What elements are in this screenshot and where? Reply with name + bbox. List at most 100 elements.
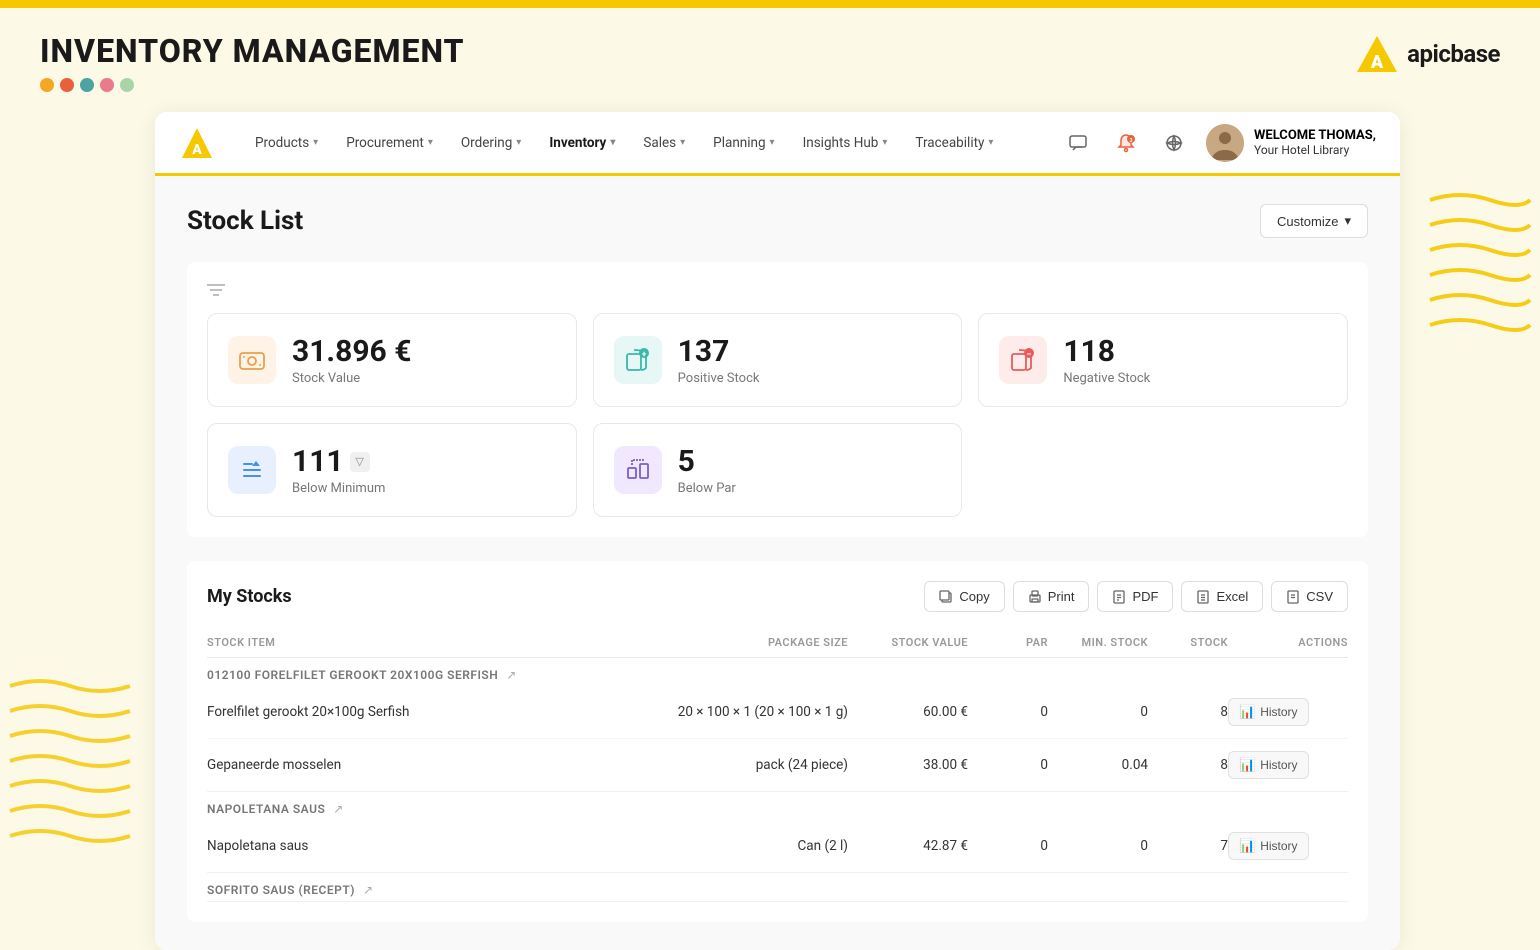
td-par-mosselen: 0 — [968, 757, 1048, 773]
nav-item-insights-hub[interactable]: Insights Hub ▾ — [791, 127, 900, 159]
external-link-icon[interactable]: ↗ — [333, 802, 343, 816]
stat-icon-below-min — [228, 446, 276, 494]
td-item-forelfilet: Forelfilet gerookt 20×100g Serfish — [207, 704, 648, 720]
th-stock-item: STOCK ITEM — [207, 636, 648, 649]
td-min-napoletana: 0 — [1048, 838, 1148, 854]
logo-text: apicbase — [1407, 40, 1500, 68]
filter-icon[interactable] — [207, 282, 1348, 301]
globe-icon-button[interactable] — [1158, 127, 1190, 159]
avatar — [1206, 124, 1244, 162]
stat-value-positive: 137 — [678, 334, 760, 369]
history-button-napoletana[interactable]: 📊 History — [1228, 832, 1309, 860]
copy-button[interactable]: Copy — [924, 581, 1004, 612]
notification-icon-button[interactable]: 3 — [1110, 127, 1142, 159]
stat-info-below-min: 111 ▽ Below Minimum — [292, 444, 385, 496]
user-section: WELCOME THOMAS, Your Hotel Library — [1206, 124, 1376, 162]
stat-info-positive: 137 Positive Stock — [678, 334, 760, 386]
nav-item-procurement[interactable]: Procurement ▾ — [334, 127, 445, 159]
excel-button[interactable]: Excel — [1181, 581, 1263, 612]
dots-row — [40, 78, 465, 92]
customize-button[interactable]: Customize ▾ — [1260, 204, 1368, 238]
stat-value-below-par: 5 — [678, 444, 736, 479]
app-title: INVENTORY MANAGEMENT — [40, 32, 465, 70]
chevron-down-icon: ▾ — [680, 137, 685, 148]
nav-item-ordering[interactable]: Ordering ▾ — [449, 127, 533, 159]
td-val-mosselen: 38.00 € — [848, 757, 968, 773]
chat-icon-button[interactable] — [1062, 127, 1094, 159]
td-pkg-forelfilet: 20 × 100 × 1 (20 × 100 × 1 g) — [648, 704, 848, 720]
td-action-forelfilet: 📊 History — [1228, 698, 1348, 726]
td-stock-forelfilet: 8 — [1148, 704, 1228, 720]
dot-5 — [120, 78, 134, 92]
stats-top-row: 31.896 € Stock Value + — [207, 313, 1348, 407]
td-item-napoletana: Napoletana saus — [207, 838, 648, 854]
chat-icon — [1068, 133, 1088, 153]
table-row: Gepaneerde mosselen pack (24 piece) 38.0… — [207, 739, 1348, 791]
th-package-size: PACKAGE SIZE — [648, 636, 848, 649]
print-button[interactable]: Print — [1013, 581, 1090, 612]
group-header-sofrito: SOFRITO SAUS (RECEPT) ↗ — [207, 873, 1348, 901]
chart-icon: 📊 — [1239, 757, 1255, 773]
external-link-icon[interactable]: ↗ — [363, 883, 373, 897]
stat-info-below-par: 5 Below Par — [678, 444, 736, 496]
stats-section: 31.896 € Stock Value + — [187, 262, 1368, 537]
td-par-napoletana: 0 — [968, 838, 1048, 854]
nav-items: Products ▾ Procurement ▾ Ordering ▾ Inve… — [243, 127, 1062, 159]
dot-1 — [40, 78, 54, 92]
csv-icon — [1286, 590, 1300, 604]
stocks-title: My Stocks — [207, 586, 292, 607]
main-card: A Products ▾ Procurement ▾ Ordering ▾ In… — [155, 112, 1400, 950]
stocks-header: My Stocks Copy — [207, 581, 1348, 612]
nav-item-traceability[interactable]: Traceability ▾ — [903, 127, 1005, 159]
stat-icon-negative: − — [999, 336, 1047, 384]
stat-icon-positive: + — [614, 336, 662, 384]
below-par-icon — [624, 456, 652, 484]
history-button-forelfilet[interactable]: 📊 History — [1228, 698, 1309, 726]
stat-label-negative: Negative Stock — [1063, 371, 1150, 386]
group-header-napoletana: NAPOLETANA SAUS ↗ — [207, 792, 1348, 820]
globe-icon — [1164, 133, 1184, 153]
stat-card-positive-stock: + 137 Positive Stock — [593, 313, 963, 407]
stat-card-negative-stock: − 118 Negative Stock — [978, 313, 1348, 407]
apicbase-logo: A apicbase — [1355, 32, 1500, 76]
nav-item-planning[interactable]: Planning ▾ — [701, 127, 786, 159]
stat-icon-below-par — [614, 446, 662, 494]
stat-label-positive: Positive Stock — [678, 371, 760, 386]
chevron-down-icon: ▾ — [770, 137, 775, 148]
stat-value-below-min: 111 — [292, 444, 344, 479]
filter-svg-icon — [207, 283, 225, 297]
history-button-mosselen[interactable]: 📊 History — [1228, 751, 1309, 779]
csv-button[interactable]: CSV — [1271, 581, 1348, 612]
nav-right: 3 WELCOME THOM — [1062, 124, 1376, 162]
stat-value-stock: 31.896 € — [292, 334, 411, 369]
nav-item-sales[interactable]: Sales ▾ — [631, 127, 697, 159]
th-stock-value: STOCK VALUE — [848, 636, 968, 649]
td-val-forelfilet: 60.00 € — [848, 704, 968, 720]
nav-logo-icon: A — [179, 125, 215, 161]
chevron-down-icon: ▾ — [988, 137, 993, 148]
below-min-filter-icon[interactable]: ▽ — [350, 452, 370, 472]
th-actions: ACTIONS — [1228, 636, 1348, 649]
user-hotel: Your Hotel Library — [1254, 143, 1376, 157]
chevron-down-icon: ▾ — [516, 137, 521, 148]
waves-decoration-left — [0, 666, 160, 870]
td-val-napoletana: 42.87 € — [848, 838, 968, 854]
external-link-icon[interactable]: ↗ — [506, 668, 516, 682]
stat-value-row: 111 ▽ — [292, 444, 385, 479]
stat-card-stock-value: 31.896 € Stock Value — [207, 313, 577, 407]
stat-card-below-minimum: 111 ▽ Below Minimum — [207, 423, 577, 517]
nav-item-inventory[interactable]: Inventory ▾ — [537, 127, 627, 159]
table-header-row: STOCK ITEM PACKAGE SIZE STOCK VALUE PAR … — [207, 628, 1348, 658]
svg-text:−: − — [1027, 350, 1032, 360]
nav-item-products[interactable]: Products ▾ — [243, 127, 330, 159]
td-item-mosselen: Gepaneerde mosselen — [207, 757, 648, 773]
group-name-sofrito: SOFRITO SAUS (RECEPT) — [207, 883, 355, 897]
stat-label-below-par: Below Par — [678, 481, 736, 496]
dot-4 — [100, 78, 114, 92]
td-stock-napoletana: 7 — [1148, 838, 1228, 854]
chevron-down-icon: ▾ — [610, 137, 615, 148]
dot-2 — [60, 78, 74, 92]
pdf-button[interactable]: PDF — [1097, 581, 1173, 612]
table-group-napoletana: NAPOLETANA SAUS ↗ Napoletana saus Can (2… — [207, 792, 1348, 873]
below-min-icon — [238, 456, 266, 484]
